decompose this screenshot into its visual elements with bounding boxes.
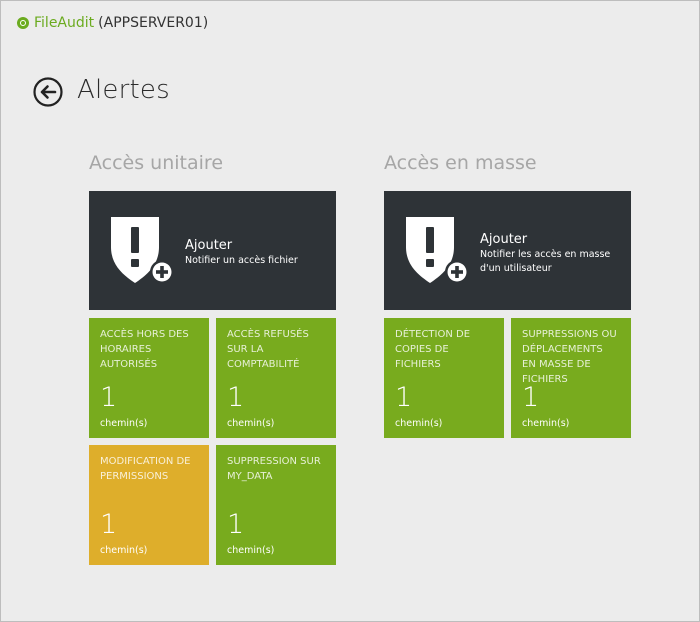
- add-alert-subtitle-line: Notifier les accès en masse: [480, 249, 611, 260]
- label-line: AUTORISÉS: [100, 359, 158, 370]
- alert-tile-unit: chemin(s): [395, 418, 443, 429]
- alert-tile-label: MODIFICATION DE PERMISSIONS: [100, 454, 203, 484]
- add-alert-text: Ajouter Notifier un accès fichier: [185, 238, 298, 268]
- alert-tile-count: 1: [227, 382, 245, 413]
- alert-tile-label: SUPPRESSION SUR MY_DATA: [227, 454, 330, 484]
- alert-tile-count: 1: [395, 382, 413, 413]
- label-line: ACCÈS HORS DES: [100, 329, 189, 340]
- label-line: MY_DATA: [227, 471, 273, 482]
- alert-tile-modification-permissions[interactable]: MODIFICATION DE PERMISSIONS 1 chemin(s): [89, 445, 209, 565]
- add-alert-subtitle-line: Notifier un accès fichier: [185, 255, 298, 266]
- app-brand: FileAudit: [34, 15, 95, 31]
- shield-exclamation-plus-icon: [109, 213, 175, 287]
- alert-tile-detection-copies[interactable]: DÉTECTION DE COPIES DE FICHIERS 1 chemin…: [384, 318, 504, 438]
- add-alert-title: Ajouter: [480, 232, 528, 247]
- label-line: SUR LA: [227, 344, 264, 355]
- alert-tile-unit: chemin(s): [100, 418, 148, 429]
- alert-tile-label: DÉTECTION DE COPIES DE FICHIERS: [395, 327, 498, 372]
- label-line: COMPTABILITÉ: [227, 359, 300, 370]
- label-line: FICHIERS: [395, 359, 441, 370]
- alert-tile-count: 1: [522, 382, 540, 413]
- shield-exclamation-plus-icon: [404, 213, 470, 287]
- add-alert-subtitle-line: d'un utilisateur: [480, 263, 552, 274]
- label-line: ACCÈS REFUSÉS: [227, 329, 309, 340]
- label-line: HORAIRES: [100, 344, 152, 355]
- label-line: SUPPRESSION SUR: [227, 456, 321, 467]
- alert-tile-unit: chemin(s): [100, 545, 148, 556]
- alert-tile-count: 1: [227, 509, 245, 540]
- server-name: (APPSERVER01): [98, 15, 209, 31]
- add-alert-tile-masse[interactable]: Ajouter Notifier les accès en masse d'un…: [384, 191, 631, 310]
- alert-tile-label: SUPPRESSIONS OU DÉPLACEMENTS EN MASSE DE…: [522, 327, 625, 387]
- app-titlebar: FileAudit (APPSERVER01): [17, 15, 208, 31]
- page-title: Alertes: [77, 75, 170, 105]
- add-alert-tile-unitaire[interactable]: Ajouter Notifier un accès fichier: [89, 191, 336, 310]
- label-line: PERMISSIONS: [100, 471, 169, 482]
- fileaudit-logo-icon: [17, 17, 29, 29]
- label-line: MODIFICATION DE: [100, 456, 191, 467]
- alert-tile-suppression-my-data[interactable]: SUPPRESSION SUR MY_DATA 1 chemin(s): [216, 445, 336, 565]
- back-button[interactable]: [33, 77, 63, 107]
- label-line: EN MASSE DE: [522, 359, 591, 370]
- back-arrow-circle-icon: [33, 77, 63, 107]
- alert-tile-count: 1: [100, 509, 118, 540]
- alert-tile-unit: chemin(s): [227, 418, 275, 429]
- alert-tile-unit: chemin(s): [522, 418, 570, 429]
- alert-tile-count: 1: [100, 382, 118, 413]
- alert-tile-label: ACCÈS REFUSÉS SUR LA COMPTABILITÉ: [227, 327, 330, 372]
- alert-tile-unit: chemin(s): [227, 545, 275, 556]
- section-title-masse: Accès en masse: [384, 152, 537, 174]
- label-line: DÉPLACEMENTS: [522, 344, 603, 355]
- section-title-unitaire: Accès unitaire: [89, 152, 224, 174]
- label-line: SUPPRESSIONS OU: [522, 329, 617, 340]
- alert-tile-acces-refuses[interactable]: ACCÈS REFUSÉS SUR LA COMPTABILITÉ 1 chem…: [216, 318, 336, 438]
- alert-tile-hors-horaires[interactable]: ACCÈS HORS DES HORAIRES AUTORISÉS 1 chem…: [89, 318, 209, 438]
- label-line: COPIES DE: [395, 344, 449, 355]
- alert-tile-suppressions-deplacements[interactable]: SUPPRESSIONS OU DÉPLACEMENTS EN MASSE DE…: [511, 318, 631, 438]
- label-line: DÉTECTION DE: [395, 329, 471, 340]
- add-alert-text: Ajouter Notifier les accès en masse d'un…: [480, 232, 610, 276]
- alert-tile-label: ACCÈS HORS DES HORAIRES AUTORISÉS: [100, 327, 203, 372]
- add-alert-title: Ajouter: [185, 238, 233, 253]
